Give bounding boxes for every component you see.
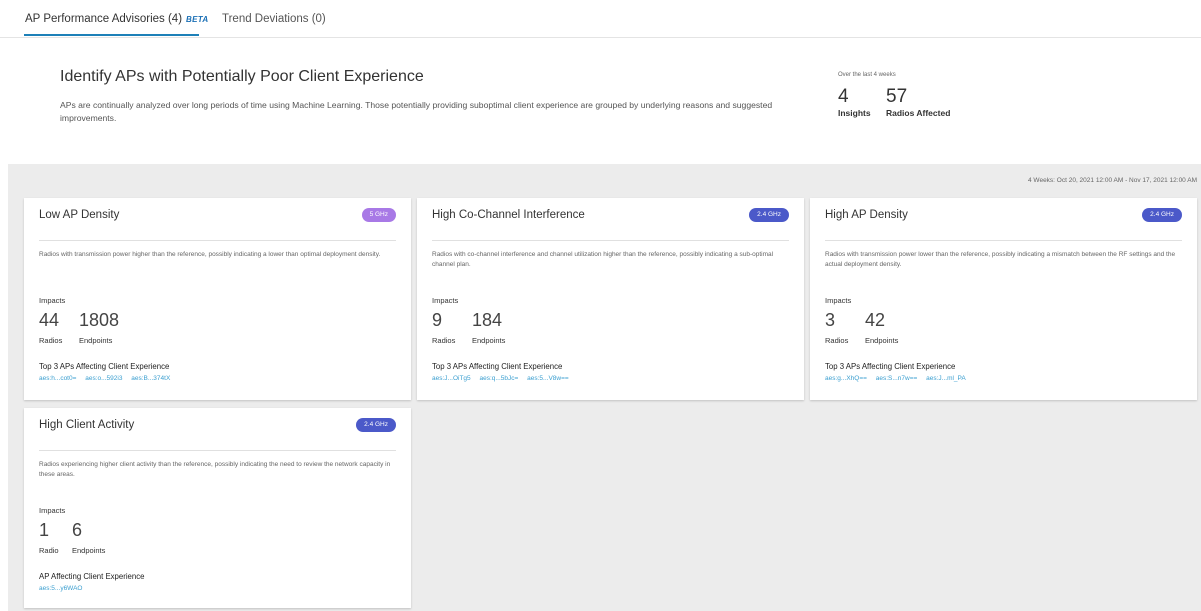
card-title: Low AP Density	[39, 209, 120, 221]
ap-link[interactable]: aes:5...V8w==	[527, 375, 569, 382]
radios-count: 9	[432, 310, 443, 330]
divider	[39, 450, 396, 451]
top-aps-title: AP Affecting Client Experience	[39, 572, 145, 581]
band-badge: 2.4 GHz	[356, 418, 396, 432]
radios-count: 1	[39, 520, 50, 540]
impacts-label: Impacts	[825, 296, 852, 305]
insights-label: Insights	[838, 108, 871, 118]
radios-label: Radios	[39, 336, 63, 345]
insight-card-high-co-channel-interference[interactable]: High Co-Channel Interference 2.4 GHz Rad…	[417, 198, 804, 400]
stats-period: Over the last 4 weeks	[838, 72, 896, 78]
insight-card-low-ap-density[interactable]: Low AP Density 5 GHz Radios with transmi…	[24, 198, 411, 400]
ap-links: aes:h...cot0= aes:o...592i3 aes:B...374t…	[39, 375, 177, 382]
card-title: High Client Activity	[39, 419, 135, 431]
card-description: Radios with transmission power higher th…	[39, 251, 381, 258]
band-badge: 2.4 GHz	[749, 208, 789, 222]
divider	[39, 240, 396, 241]
radios-label: Radios	[825, 336, 849, 345]
card-description: Radios with transmission power lower tha…	[825, 251, 1176, 268]
beta-badge: BETA	[186, 15, 209, 24]
endpoints-count: 6	[72, 520, 83, 540]
card-title: High AP Density	[825, 209, 908, 221]
band-badge: 5 GHz	[361, 208, 396, 222]
active-tab-indicator	[24, 34, 199, 36]
endpoints-label: Endpoints	[79, 336, 113, 345]
endpoints-count: 184	[472, 310, 503, 330]
tab-trend-deviations[interactable]: Trend Deviations (0)	[222, 13, 326, 25]
endpoints-label: Endpoints	[72, 546, 106, 555]
endpoints-label: Endpoints	[865, 336, 899, 345]
ap-link[interactable]: aes:J...OiTg5	[432, 375, 471, 382]
impacts-label: Impacts	[432, 296, 459, 305]
endpoints-count: 42	[865, 310, 886, 330]
card-description: Radios with co-channel interference and …	[432, 251, 774, 268]
tab-label: AP Performance Advisories (4)	[25, 13, 183, 25]
radios-label: Radio	[39, 546, 59, 555]
radios-label: Radios	[432, 336, 456, 345]
tab-label: Trend Deviations (0)	[222, 13, 326, 25]
ap-link[interactable]: aes:S...n7w==	[876, 375, 918, 382]
endpoints-count: 1808	[79, 310, 120, 330]
radios-affected-count: 57	[886, 86, 908, 107]
page-description: APs are continually analyzed over long p…	[60, 100, 773, 123]
card-description: Radios experiencing higher client activi…	[39, 461, 391, 478]
ap-link[interactable]: aes:B...374tX	[131, 375, 170, 382]
endpoints-label: Endpoints	[472, 336, 506, 345]
tab-bar: AP Performance Advisories (4) BETA Trend …	[0, 0, 1201, 38]
insight-card-high-client-activity[interactable]: High Client Activity 2.4 GHz Radios expe…	[24, 408, 411, 608]
ap-links: aes:J...OiTg5 aes:q...5bJc= aes:5...V8w=…	[432, 375, 576, 382]
insights-count: 4	[838, 86, 849, 107]
insight-card-high-ap-density[interactable]: High AP Density 2.4 GHz Radios with tran…	[810, 198, 1197, 400]
radios-count: 44	[39, 310, 60, 330]
page-title: Identify APs with Potentially Poor Clien…	[60, 68, 424, 85]
radios-count: 3	[825, 310, 836, 330]
top-aps-title: Top 3 APs Affecting Client Experience	[825, 362, 956, 371]
ap-link[interactable]: aes:q...5bJc=	[479, 375, 518, 382]
band-badge: 2.4 GHz	[1142, 208, 1182, 222]
ap-link[interactable]: aes:o...592i3	[85, 375, 122, 382]
top-aps-title: Top 3 APs Affecting Client Experience	[432, 362, 563, 371]
ap-link[interactable]: aes:5...y6WAO	[39, 585, 82, 592]
ap-link[interactable]: aes:J...ml_PA	[926, 375, 966, 382]
tab-ap-performance-advisories[interactable]: AP Performance Advisories (4) BETA	[25, 13, 208, 25]
top-aps-title: Top 3 APs Affecting Client Experience	[39, 362, 170, 371]
ap-links: aes:g...XhQ== aes:S...n7w== aes:J...ml_P…	[825, 375, 973, 382]
impacts-label: Impacts	[39, 506, 66, 515]
impacts-label: Impacts	[39, 296, 66, 305]
card-title: High Co-Channel Interference	[432, 209, 585, 221]
date-range: 4 Weeks: Oct 20, 2021 12:00 AM - Nov 17,…	[1028, 177, 1197, 184]
ap-link[interactable]: aes:g...XhQ==	[825, 375, 867, 382]
ap-links: aes:5...y6WAO	[39, 585, 89, 592]
ap-link[interactable]: aes:h...cot0=	[39, 375, 76, 382]
radios-affected-label: Radios Affected	[886, 108, 951, 118]
divider	[432, 240, 789, 241]
divider	[825, 240, 1182, 241]
